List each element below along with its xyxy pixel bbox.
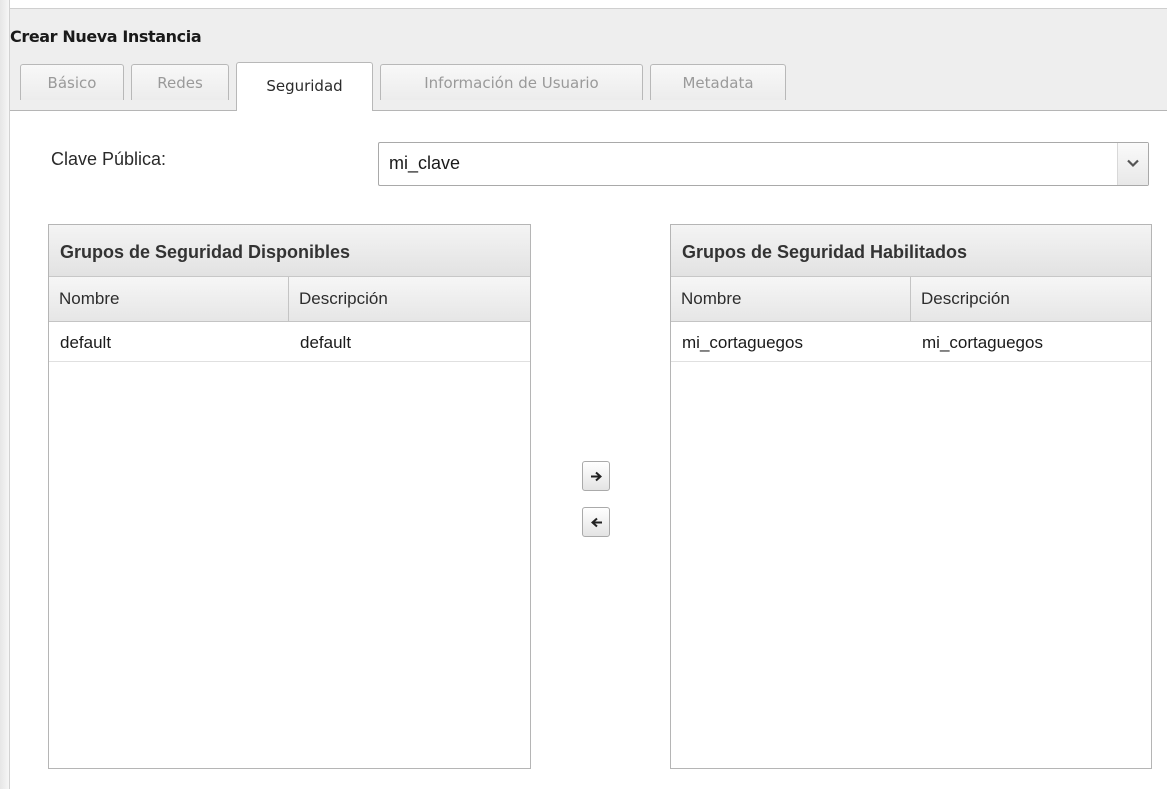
- enabled-column-name[interactable]: Nombre: [671, 277, 911, 322]
- available-group-name: default: [60, 333, 112, 352]
- dialog-title: Crear Nueva Instancia: [10, 27, 202, 46]
- arrow-right-icon: [591, 471, 603, 482]
- create-instance-dialog: Crear Nueva Instancia Básico Redes Segur…: [0, 0, 1167, 789]
- dropdown-button[interactable]: [1117, 143, 1148, 185]
- enabled-group-row[interactable]: mi_cortaguegos mi_cortaguegos: [671, 322, 1151, 362]
- tab-informacion-de-usuario[interactable]: Información de Usuario: [380, 64, 643, 100]
- available-groups-title: Grupos de Seguridad Disponibles: [60, 242, 351, 262]
- available-group-row[interactable]: default default: [49, 322, 530, 362]
- enabled-group-name: mi_cortaguegos: [682, 333, 803, 352]
- available-column-name[interactable]: Nombre: [49, 277, 289, 322]
- enabled-group-description: mi_cortaguegos: [922, 333, 1043, 352]
- add-group-button[interactable]: [582, 461, 610, 491]
- tab-metadata[interactable]: Metadata: [650, 64, 786, 100]
- available-column-description[interactable]: Descripción: [289, 277, 530, 322]
- enabled-groups-title: Grupos de Seguridad Habilitados: [682, 242, 968, 262]
- available-groups-panel: Grupos de Seguridad Disponibles Nombre D…: [48, 224, 531, 769]
- enabled-groups-panel: Grupos de Seguridad Habilitados Nombre D…: [670, 224, 1152, 769]
- enabled-groups-header: Grupos de Seguridad Habilitados: [671, 225, 1151, 277]
- public-key-label: Clave Pública:: [51, 149, 167, 169]
- available-groups-header: Grupos de Seguridad Disponibles: [49, 225, 530, 277]
- arrow-left-icon: [590, 517, 602, 528]
- window-left-border: [0, 0, 10, 789]
- tab-basico[interactable]: Básico: [20, 64, 124, 100]
- available-group-description: default: [300, 333, 352, 352]
- chevron-down-icon: [1127, 159, 1139, 168]
- public-key-select[interactable]: mi_clave: [378, 142, 1149, 186]
- tab-redes[interactable]: Redes: [131, 64, 229, 100]
- tab-seguridad[interactable]: Seguridad: [236, 62, 373, 111]
- public-key-selected-value: mi_clave: [389, 153, 461, 173]
- enabled-column-description[interactable]: Descripción: [911, 277, 1151, 322]
- remove-group-button[interactable]: [582, 507, 610, 537]
